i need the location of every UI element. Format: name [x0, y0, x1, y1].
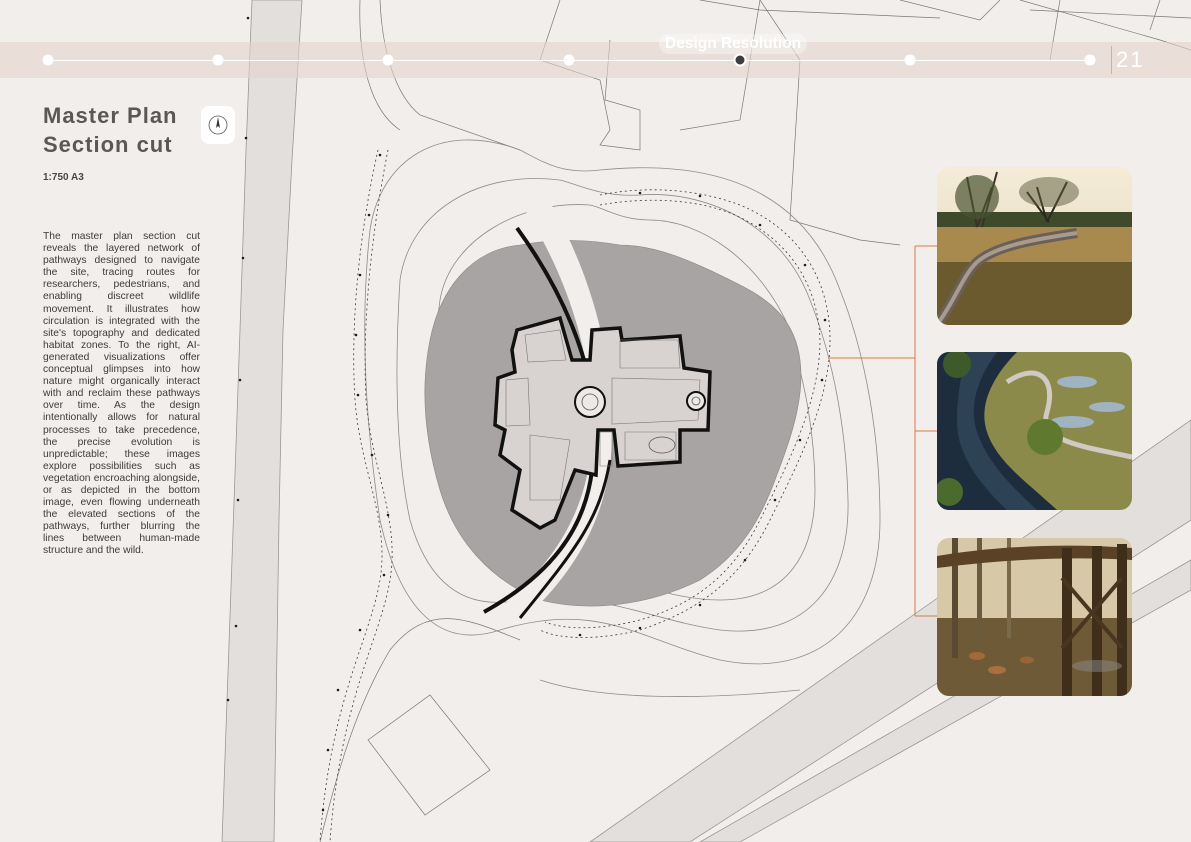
- elevated-boardwalk-forest-deer-photo: [937, 538, 1132, 696]
- timeline-step-1[interactable]: [42, 54, 54, 66]
- page-title: Master Plan Section cut: [43, 101, 178, 159]
- section-label: Design Resolution: [659, 34, 808, 54]
- title-line-2: Section cut: [43, 132, 173, 157]
- boardwalk-meadow-photo: [937, 167, 1132, 325]
- timeline-step-6[interactable]: [904, 54, 916, 66]
- title-line-1: Master Plan: [43, 103, 178, 128]
- page-number: 21: [1111, 46, 1144, 74]
- description-text: The master plan section cut reveals the …: [43, 231, 200, 557]
- drawing-scale: 1:750 A3: [43, 172, 84, 183]
- timeline-step-3[interactable]: [382, 54, 394, 66]
- boardwalk-wetland-river-photo: [937, 352, 1132, 510]
- timeline-step-2[interactable]: [212, 54, 224, 66]
- north-arrow-icon: [201, 106, 235, 144]
- timeline-step-7[interactable]: [1084, 54, 1096, 66]
- timeline-step-4[interactable]: [563, 54, 575, 66]
- timeline-step-5-active[interactable]: [733, 53, 747, 67]
